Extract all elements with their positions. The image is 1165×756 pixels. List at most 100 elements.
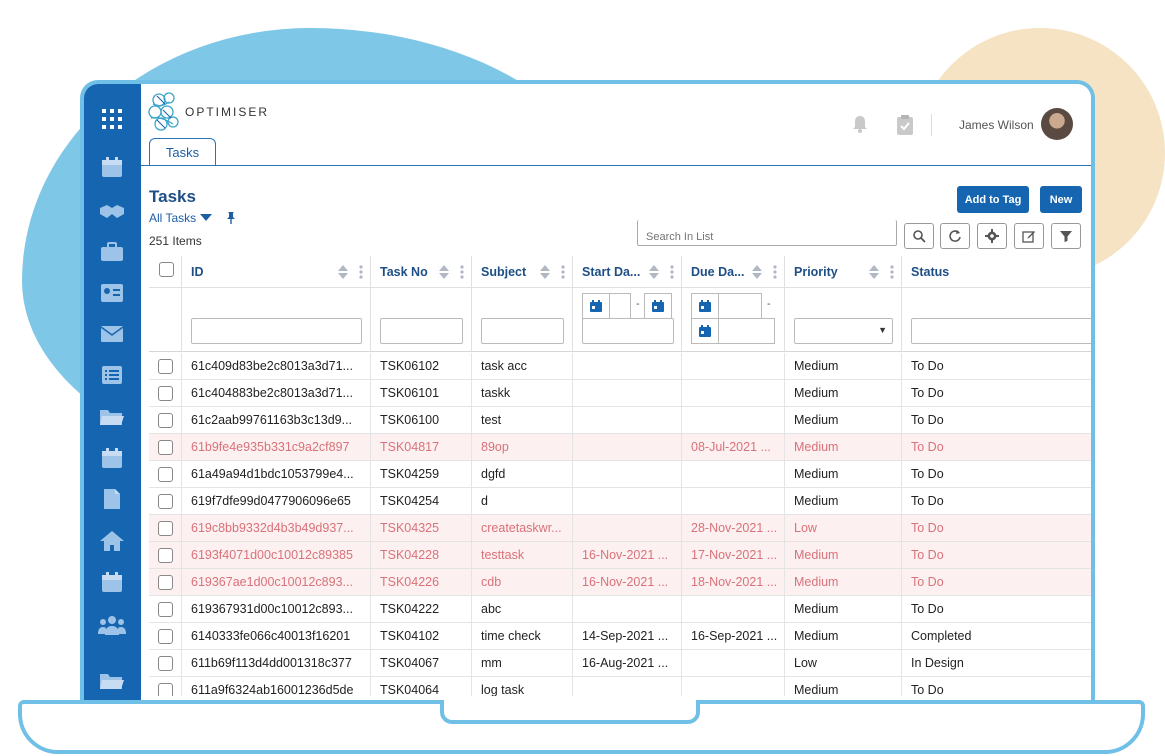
select-all-checkbox[interactable]: [159, 262, 174, 277]
sort-icon[interactable]: [752, 265, 762, 279]
table-row[interactable]: 6193f4071d00c10012c89385 TSK04228 testtask…: [149, 542, 1091, 569]
sidebar-folder-icon[interactable]: [98, 670, 126, 692]
due-date-to-button[interactable]: [691, 318, 719, 344]
filter-input[interactable]: [481, 318, 564, 344]
sort-icon[interactable]: [338, 265, 348, 279]
row-checkbox[interactable]: [158, 683, 173, 696]
view-selector[interactable]: All Tasks: [149, 211, 238, 225]
sidebar-handshake-icon[interactable]: [98, 201, 126, 223]
table-row[interactable]: 61c404883be2c8013a3d71... TSK06101 taskk Me…: [149, 380, 1091, 407]
cell-task-no[interactable]: TSK04222: [371, 596, 472, 622]
edit-button[interactable]: [1014, 223, 1044, 249]
sort-icon[interactable]: [540, 265, 550, 279]
priority-filter-select[interactable]: ▼: [794, 318, 893, 344]
start-date-to-button[interactable]: [644, 293, 672, 319]
cell-id[interactable]: 611a9f6324ab16001236d5de: [182, 677, 371, 696]
cell-subject[interactable]: test: [472, 407, 573, 433]
sidebar-mail-icon[interactable]: [98, 323, 126, 345]
sidebar-briefcase-icon[interactable]: [98, 241, 126, 263]
table-row[interactable]: 61c2aab99761163b3c13d9... TSK06100 test Med…: [149, 407, 1091, 434]
clipboard-check-icon[interactable]: [896, 114, 914, 136]
cell-subject[interactable]: 89op: [472, 434, 573, 460]
row-checkbox[interactable]: [158, 629, 173, 644]
cell-subject[interactable]: abc: [472, 596, 573, 622]
table-row[interactable]: 61c409d83be2c8013a3d71... TSK06102 task ac…: [149, 353, 1091, 380]
cell-subject[interactable]: createtaskwr...: [472, 515, 573, 541]
pin-icon[interactable]: [224, 211, 238, 225]
row-checkbox[interactable]: [158, 359, 173, 374]
due-date-from-input[interactable]: [718, 293, 762, 319]
row-checkbox[interactable]: [158, 548, 173, 563]
table-row[interactable]: 619f7dfe99d0477906096e65 TSK04254 d Medium T…: [149, 488, 1091, 515]
cell-id[interactable]: 61c2aab99761163b3c13d9...: [182, 407, 371, 433]
column-menu-icon[interactable]: [460, 265, 464, 279]
cell-id[interactable]: 61a49a94d1bdc1053799e4...: [182, 461, 371, 487]
cell-task-no[interactable]: TSK04259: [371, 461, 472, 487]
cell-task-no[interactable]: TSK04102: [371, 623, 472, 649]
cell-task-no[interactable]: TSK04226: [371, 569, 472, 595]
column-menu-icon[interactable]: [773, 265, 777, 279]
cell-id[interactable]: 619367ae1d00c10012c893...: [182, 569, 371, 595]
cell-id[interactable]: 61c404883be2c8013a3d71...: [182, 380, 371, 406]
row-checkbox[interactable]: [158, 521, 173, 536]
table-row[interactable]: 619c8bb9332d4b3b49d937... TSK04325 createt…: [149, 515, 1091, 542]
avatar[interactable]: [1041, 108, 1073, 140]
column-header-start[interactable]: Start Da...: [573, 256, 682, 288]
sidebar-people-icon[interactable]: [98, 614, 126, 636]
due-date-to-input[interactable]: [718, 318, 775, 344]
cell-id[interactable]: 619f7dfe99d0477906096e65: [182, 488, 371, 514]
cell-id[interactable]: 61c409d83be2c8013a3d71...: [182, 353, 371, 379]
search-input[interactable]: [637, 220, 897, 246]
table-row[interactable]: 61b9fe4e935b331c9a2cf897 TSK04817 89op 08-J…: [149, 434, 1091, 461]
cell-task-no[interactable]: TSK04228: [371, 542, 472, 568]
sort-icon[interactable]: [439, 265, 449, 279]
cell-id[interactable]: 611b69f113d4dd001318c377: [182, 650, 371, 676]
tab-tasks[interactable]: Tasks: [149, 138, 216, 166]
cell-subject[interactable]: time check: [472, 623, 573, 649]
cell-task-no[interactable]: TSK06102: [371, 353, 472, 379]
cell-id[interactable]: 6140333fe066c40013f16201: [182, 623, 371, 649]
cell-subject[interactable]: taskk: [472, 380, 573, 406]
column-header-status[interactable]: Status: [902, 256, 1091, 288]
cell-task-no[interactable]: TSK04064: [371, 677, 472, 696]
column-header-id[interactable]: ID: [182, 256, 371, 288]
filter-button[interactable]: [1051, 223, 1081, 249]
cell-id[interactable]: 6193f4071d00c10012c89385: [182, 542, 371, 568]
filter-input[interactable]: [191, 318, 362, 344]
row-checkbox[interactable]: [158, 494, 173, 509]
table-row[interactable]: 6140333fe066c40013f16201 TSK04102 time che…: [149, 623, 1091, 650]
cell-subject[interactable]: d: [472, 488, 573, 514]
cell-subject[interactable]: cdb: [472, 569, 573, 595]
cell-id[interactable]: 619c8bb9332d4b3b49d937...: [182, 515, 371, 541]
start-date-from-input[interactable]: [609, 293, 631, 319]
sidebar-contact-card-icon[interactable]: [98, 282, 126, 304]
cell-task-no[interactable]: TSK04325: [371, 515, 472, 541]
cell-subject[interactable]: dgfd: [472, 461, 573, 487]
table-row[interactable]: 611b69f113d4dd001318c377 TSK04067 mm 16-Aug…: [149, 650, 1091, 677]
table-row[interactable]: 611a9f6324ab16001236d5de TSK04064 log task…: [149, 677, 1091, 696]
cell-task-no[interactable]: TSK04254: [371, 488, 472, 514]
row-checkbox[interactable]: [158, 386, 173, 401]
cell-id[interactable]: 61b9fe4e935b331c9a2cf897: [182, 434, 371, 460]
sidebar-calendar-icon[interactable]: [98, 447, 126, 469]
refresh-button[interactable]: [940, 223, 970, 249]
row-checkbox[interactable]: [158, 656, 173, 671]
settings-button[interactable]: [977, 223, 1007, 249]
sidebar-home-icon[interactable]: [98, 530, 126, 552]
add-to-tag-button[interactable]: Add to Tag: [957, 186, 1029, 213]
table-row[interactable]: 619367ae1d00c10012c893... TSK04226 cdb 16-N…: [149, 569, 1091, 596]
filter-input[interactable]: [911, 318, 1091, 344]
cell-task-no[interactable]: TSK04067: [371, 650, 472, 676]
row-checkbox[interactable]: [158, 467, 173, 482]
search-button[interactable]: [904, 223, 934, 249]
sidebar-apps-grid-icon[interactable]: [98, 108, 126, 130]
cell-subject[interactable]: testtask: [472, 542, 573, 568]
table-row[interactable]: 61a49a94d1bdc1053799e4... TSK04259 dgfd Med…: [149, 461, 1091, 488]
cell-id[interactable]: 619367931d00c10012c893...: [182, 596, 371, 622]
column-menu-icon[interactable]: [561, 265, 565, 279]
cell-task-no[interactable]: TSK06100: [371, 407, 472, 433]
row-checkbox[interactable]: [158, 413, 173, 428]
row-checkbox[interactable]: [158, 602, 173, 617]
new-button[interactable]: New: [1040, 186, 1082, 213]
cell-task-no[interactable]: TSK04817: [371, 434, 472, 460]
